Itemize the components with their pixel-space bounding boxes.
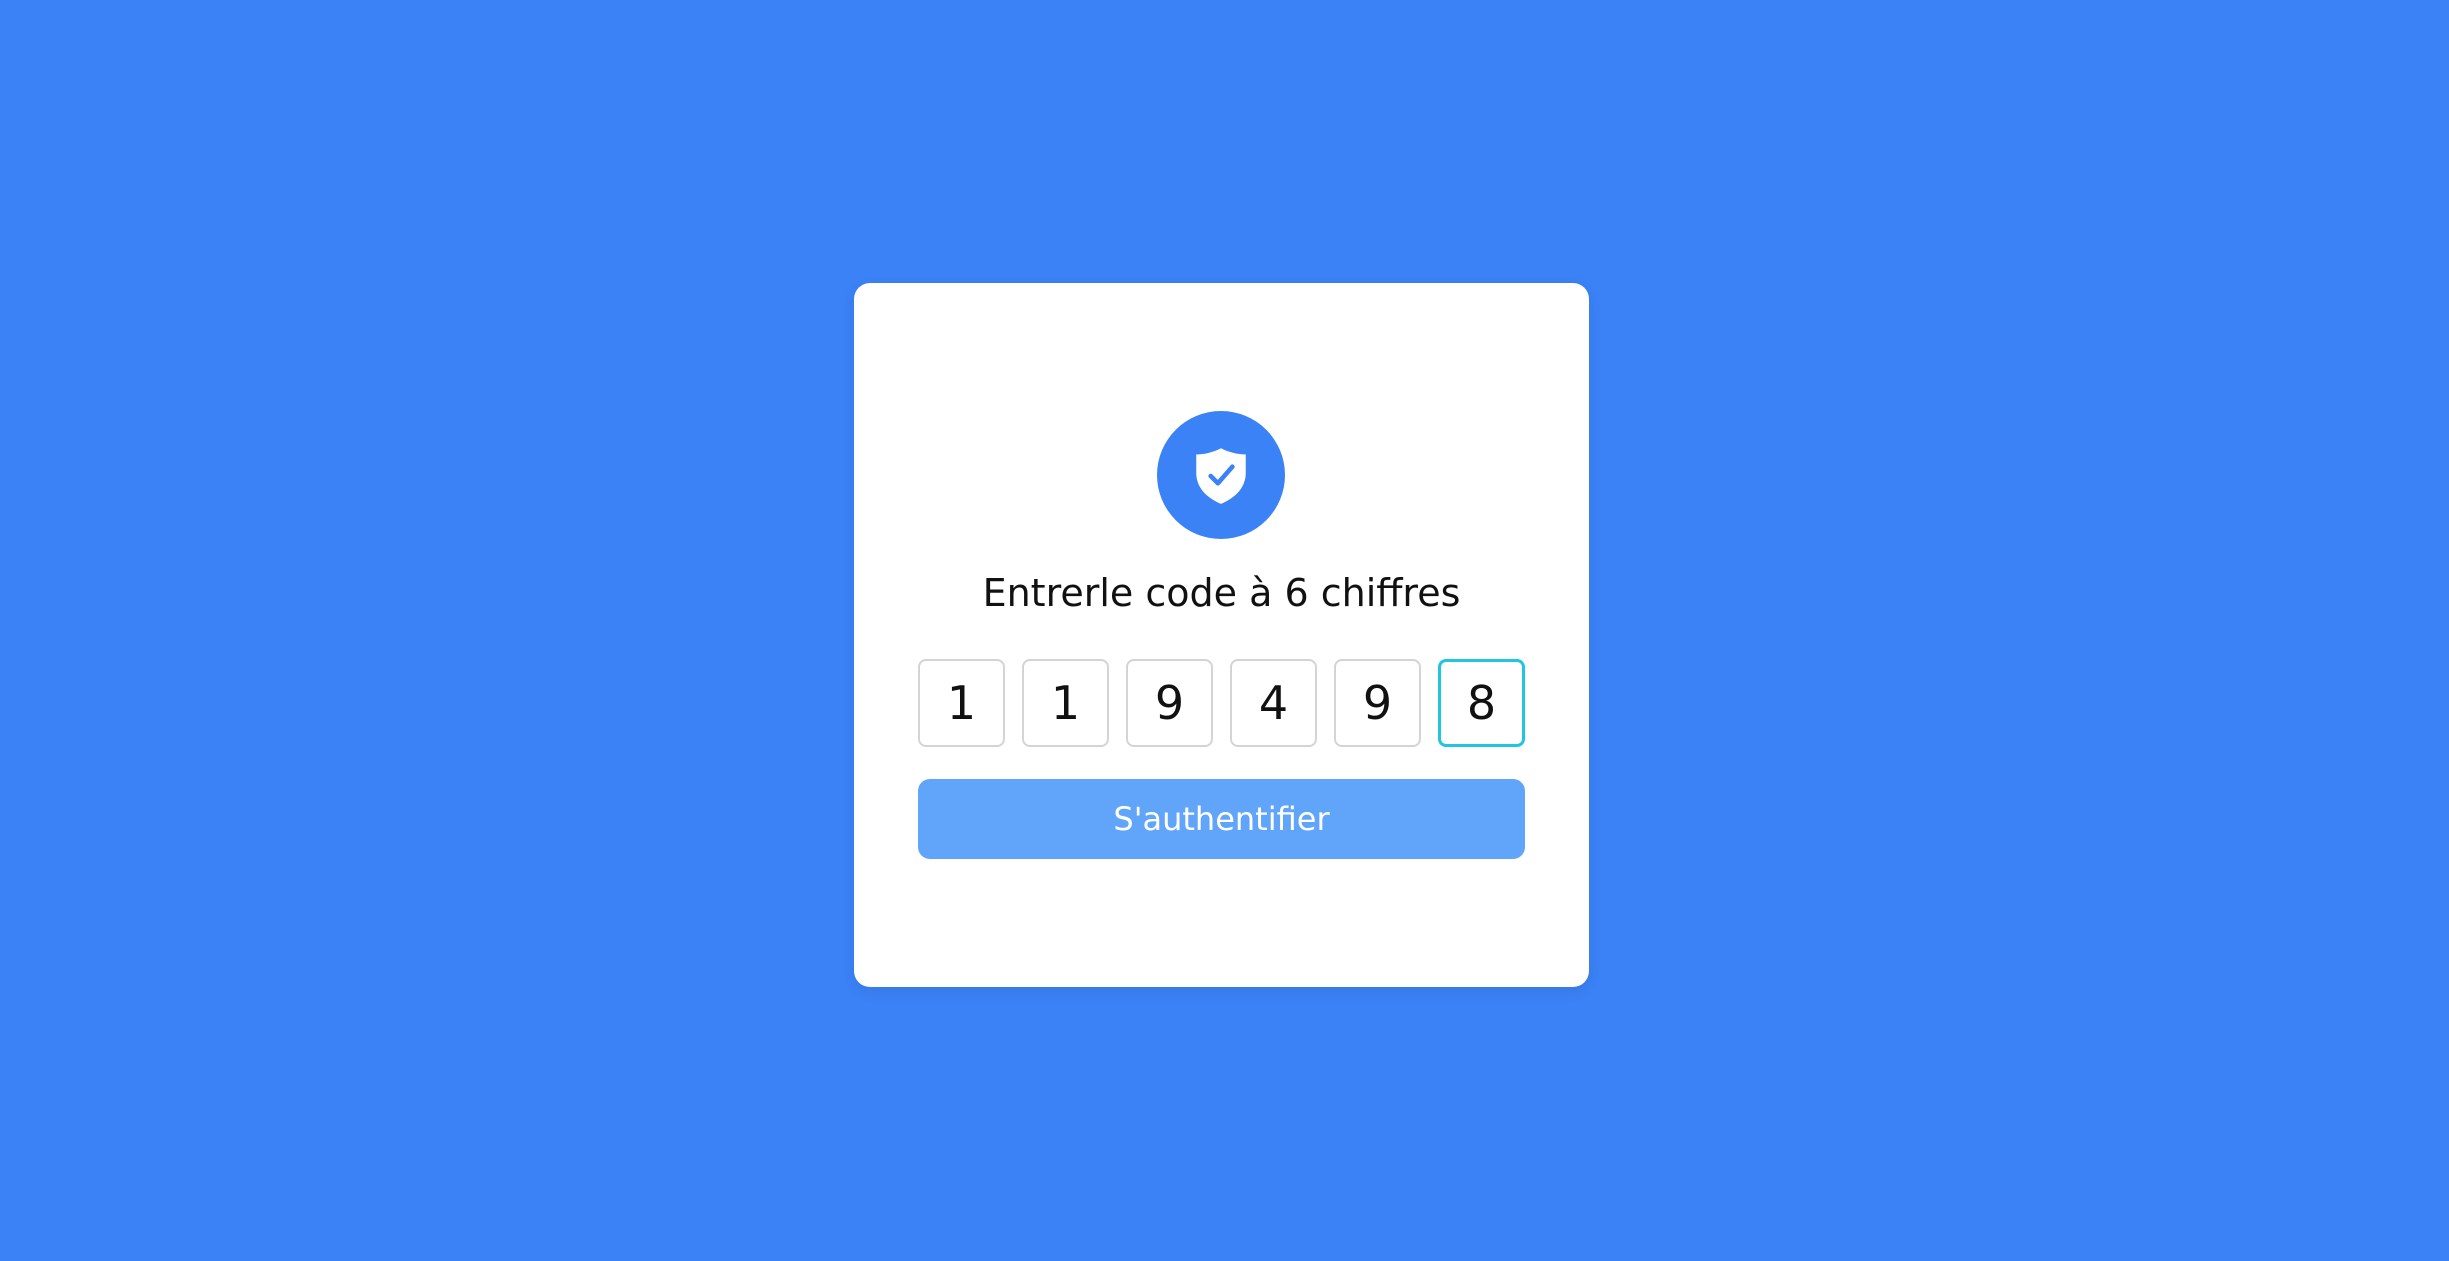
authenticate-button[interactable]: S'authentifier bbox=[918, 779, 1525, 859]
auth-card: Entrerle code à 6 chiffres 1 1 9 4 9 8 S… bbox=[854, 283, 1589, 987]
otp-digit-6[interactable]: 8 bbox=[1438, 659, 1526, 747]
shield-badge bbox=[1157, 411, 1285, 539]
page-title: Entrerle code à 6 chiffres bbox=[982, 571, 1461, 615]
shield-check-icon bbox=[1196, 448, 1246, 504]
otp-digit-4[interactable]: 4 bbox=[1230, 659, 1317, 747]
otp-digit-2[interactable]: 1 bbox=[1022, 659, 1109, 747]
otp-inputs: 1 1 9 4 9 8 bbox=[918, 659, 1526, 747]
otp-digit-5[interactable]: 9 bbox=[1334, 659, 1421, 747]
otp-digit-1[interactable]: 1 bbox=[918, 659, 1005, 747]
otp-digit-3[interactable]: 9 bbox=[1126, 659, 1213, 747]
